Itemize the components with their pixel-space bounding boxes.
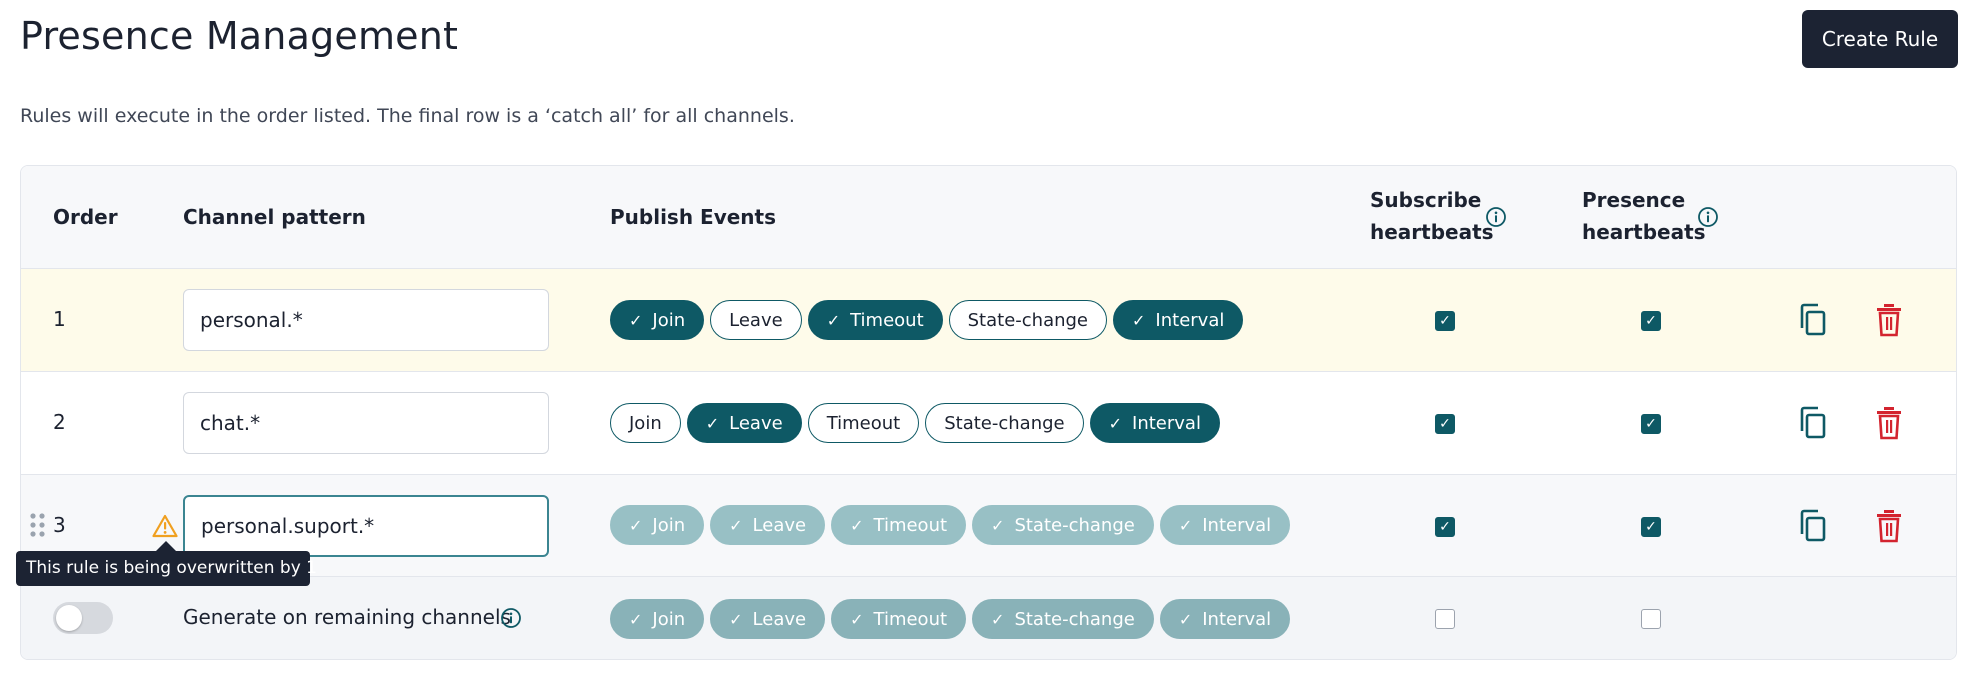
chip-leave[interactable]: ✓ Leave [686, 403, 802, 443]
chip-join[interactable]: ✓ Join [610, 505, 705, 545]
column-header-channel-pattern: Channel pattern [183, 205, 366, 229]
check-icon: ✓ [850, 515, 864, 535]
drag-handle-icon[interactable] [29, 512, 47, 538]
warning-icon[interactable] [152, 514, 178, 538]
subscribe-heartbeats-checkbox[interactable]: ✓ [1435, 311, 1455, 331]
table-row: 2 Join ✓Leave Timeout State-change ✓Inte… [21, 372, 1956, 475]
column-header-publish-events: Publish Events [610, 205, 776, 229]
channel-pattern-input[interactable] [183, 392, 549, 454]
chip-timeout[interactable]: ✓ Timeout [807, 300, 943, 340]
chip-leave[interactable]: ✓ Leave [710, 505, 826, 545]
subscribe-heartbeats-checkbox[interactable]: ✓ [1435, 414, 1455, 434]
chip-leave[interactable]: Leave [710, 300, 802, 340]
chip-interval[interactable]: ✓ Interval [1159, 599, 1291, 639]
toggle-knob [56, 605, 82, 631]
chip-state-change[interactable]: ✓ State-change [972, 505, 1154, 545]
info-icon[interactable] [1697, 206, 1719, 228]
row-order: 2 [53, 410, 66, 434]
column-header-order: Order [53, 205, 118, 229]
catch-all-row: Generate on remaining channels ✓ Join ✓ Le… [21, 577, 1956, 659]
chip-interval[interactable]: ✓ Interval [1089, 403, 1220, 443]
check-icon: ✓ [1178, 515, 1193, 535]
info-icon[interactable] [1485, 206, 1507, 228]
presence-heartbeats-checkbox[interactable]: ✓ [1641, 414, 1661, 434]
copy-icon[interactable] [1798, 303, 1830, 337]
chip-interval[interactable]: ✓ Interval [1159, 505, 1291, 545]
chip-join[interactable]: ✓ Join [610, 300, 705, 340]
column-header-presence-heartbeats: Presence heartbeats [1582, 184, 1706, 248]
presence-heartbeats-checkbox[interactable]: ✓ [1641, 517, 1661, 537]
check-icon: ✓ [705, 413, 720, 433]
table-row: 1 ✓Join Leave ✓Timeout State-change ✓Int… [21, 269, 1956, 372]
info-icon[interactable] [500, 607, 522, 629]
row-order: 3 [53, 513, 66, 537]
presence-heartbeats-checkbox[interactable]: ✓ [1641, 311, 1661, 331]
check-icon: ✓ [850, 609, 864, 629]
publish-events-chips: ✓ Join ✓ Leave ✓ Timeout ✓ State-change ✓ Int… [610, 599, 1291, 639]
check-icon: ✓ [629, 310, 643, 330]
check-icon: ✓ [729, 515, 743, 535]
check-icon: ✓ [729, 609, 743, 629]
check-icon: ✓ [991, 609, 1005, 629]
chip-state-change[interactable]: State-change [925, 403, 1084, 443]
publish-events-chips: ✓ Join Leave ✓ Timeout State-change ✓ Inter… [610, 300, 1244, 340]
subscribe-heartbeats-checkbox[interactable] [1435, 609, 1455, 629]
chip-timeout[interactable]: ✓ Timeout [831, 505, 967, 545]
row-order: 1 [53, 307, 66, 331]
presence-header-line1: Presence [1582, 188, 1686, 212]
check-icon: ✓ [1132, 310, 1146, 330]
copy-icon[interactable] [1798, 509, 1830, 543]
chip-state-change[interactable]: ✓ State-change [972, 599, 1154, 639]
tooltip-arrow [156, 541, 176, 551]
presence-heartbeats-checkbox[interactable] [1641, 609, 1661, 629]
check-icon: ✓ [1108, 413, 1123, 433]
check-icon: ✓ [629, 609, 643, 629]
presence-header-line2: heartbeats [1582, 220, 1706, 244]
subscribe-heartbeats-checkbox[interactable]: ✓ [1435, 517, 1455, 537]
table-header: Order Channel pattern Publish Events Sub… [21, 166, 1956, 269]
page-subtitle: Rules will execute in the order listed. … [20, 105, 795, 127]
publish-events-chips: Join ✓ Leave Timeout State-change ✓ Interv… [610, 403, 1220, 443]
check-icon: ✓ [991, 515, 1005, 535]
chip-join[interactable]: ✓ Join [610, 599, 705, 639]
check-icon: ✓ [629, 515, 643, 535]
page-title: Presence Management [20, 14, 459, 58]
column-header-subscribe-heartbeats: Subscribe heartbeats [1370, 184, 1494, 248]
trash-icon[interactable] [1873, 509, 1905, 543]
check-icon: ✓ [826, 310, 841, 330]
subscribe-header-line1: Subscribe [1370, 188, 1482, 212]
chip-timeout[interactable]: Timeout [807, 403, 920, 443]
channel-pattern-input[interactable] [183, 289, 549, 351]
chip-leave[interactable]: ✓ Leave [710, 599, 826, 639]
warning-tooltip: This rule is being overwritten by 1 [16, 551, 317, 586]
catch-all-label: Generate on remaining channels [183, 605, 511, 629]
catch-all-toggle[interactable] [53, 602, 113, 634]
subscribe-header-line2: heartbeats [1370, 220, 1494, 244]
trash-icon[interactable] [1873, 303, 1905, 337]
channel-pattern-input[interactable] [183, 495, 549, 557]
publish-events-chips: ✓ Join ✓ Leave ✓ Timeout ✓ State-change ✓ Int… [610, 505, 1291, 545]
create-rule-button[interactable]: Create Rule [1802, 10, 1958, 68]
chip-join[interactable]: Join [610, 403, 681, 443]
chip-state-change[interactable]: State-change [948, 300, 1108, 340]
trash-icon[interactable] [1873, 406, 1905, 440]
copy-icon[interactable] [1798, 406, 1830, 440]
check-icon: ✓ [1178, 609, 1193, 629]
chip-timeout[interactable]: ✓ Timeout [831, 599, 967, 639]
chip-interval[interactable]: ✓ Interval [1113, 300, 1244, 340]
